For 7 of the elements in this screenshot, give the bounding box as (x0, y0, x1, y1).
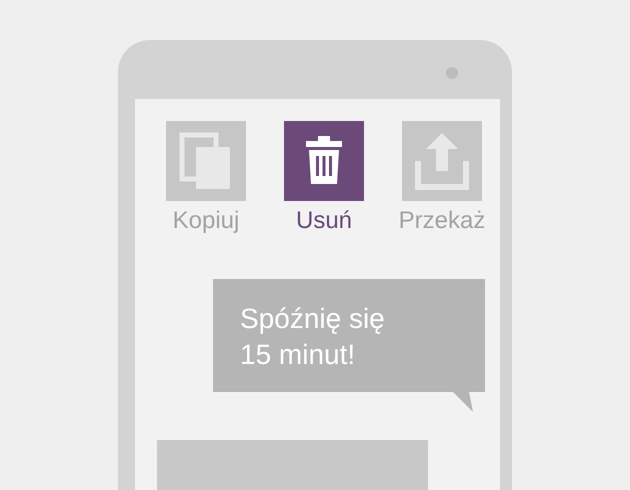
delete-action-button[interactable]: Usuń (265, 121, 383, 235)
forward-action-button[interactable]: Przekaż (383, 121, 501, 235)
copy-icon (166, 121, 246, 201)
trash-icon (284, 121, 364, 201)
copy-action-button[interactable]: Kopiuj (147, 121, 265, 235)
share-icon (402, 121, 482, 201)
message-text: Spóźnię się 15 minut! (240, 302, 386, 372)
